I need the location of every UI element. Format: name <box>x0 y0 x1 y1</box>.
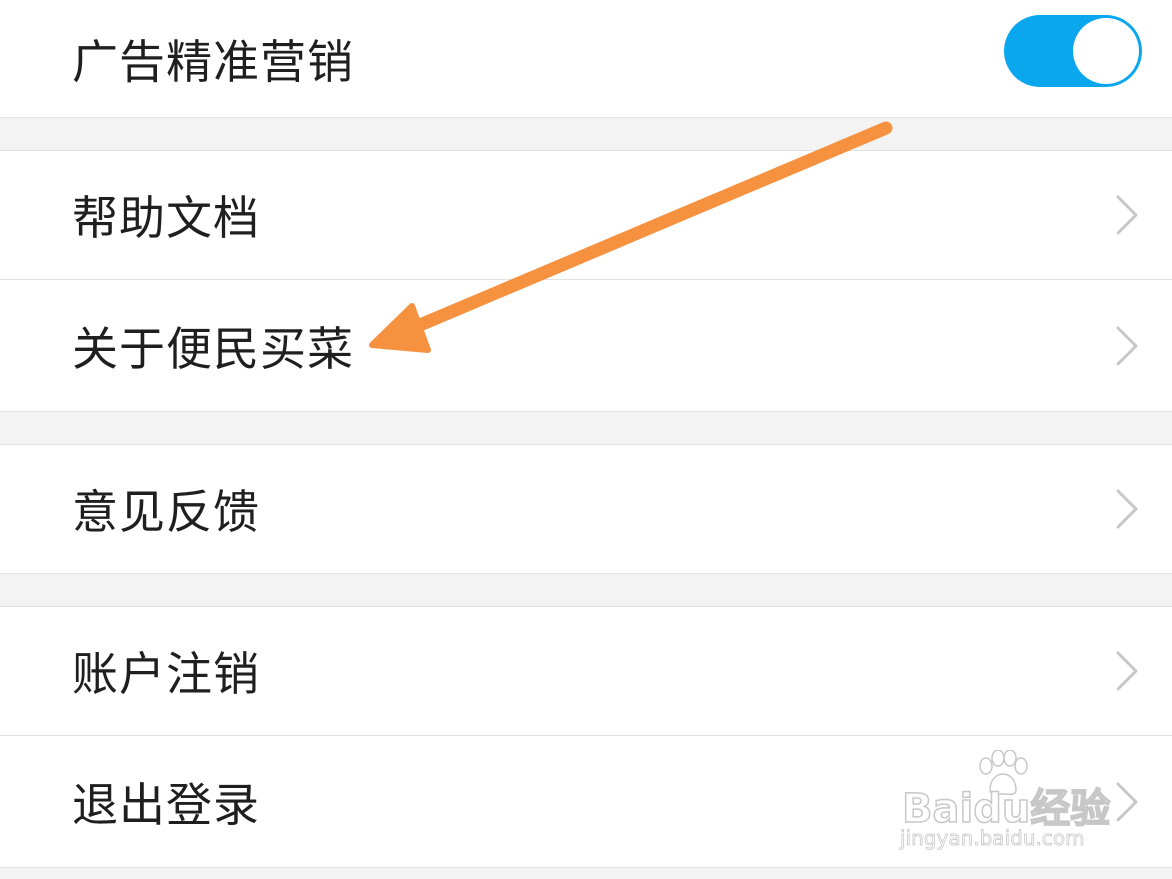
divider <box>0 117 1172 118</box>
logout-label: 退出登录 <box>72 777 260 832</box>
account-cancel-label: 账户注销 <box>72 647 260 701</box>
about-label: 关于便民买菜 <box>72 321 354 376</box>
settings-row-feedback[interactable]: 意见反馈 <box>0 445 1172 573</box>
chevron-right-icon <box>1116 651 1138 691</box>
settings-row-account-cancel[interactable]: 账户注销 <box>0 607 1172 735</box>
settings-page: 广告精准营销 帮助文档 关于便民买菜 意见反馈 账户注销 退出登录 Baidu经… <box>0 0 1172 879</box>
feedback-label: 意见反馈 <box>72 485 260 539</box>
settings-row-ad-marketing: 广告精准营销 <box>0 0 1172 117</box>
divider <box>0 867 1172 868</box>
watermark-url: jingyan.baidu.com <box>900 826 1085 851</box>
divider <box>0 411 1172 412</box>
settings-row-help-docs[interactable]: 帮助文档 <box>0 151 1172 279</box>
chevron-right-icon <box>1116 195 1138 235</box>
baidu-jingyan-watermark: Baidu经验 jingyan.baidu.com <box>898 750 1138 860</box>
chevron-right-icon <box>1116 489 1138 529</box>
help-docs-label: 帮助文档 <box>72 191 260 245</box>
chevron-right-icon <box>1116 326 1138 365</box>
divider <box>0 573 1172 574</box>
ad-marketing-toggle[interactable] <box>1004 15 1142 87</box>
ad-marketing-label: 广告精准营销 <box>72 34 354 89</box>
toggle-knob <box>1073 18 1139 84</box>
settings-row-about[interactable]: 关于便民买菜 <box>0 280 1172 411</box>
